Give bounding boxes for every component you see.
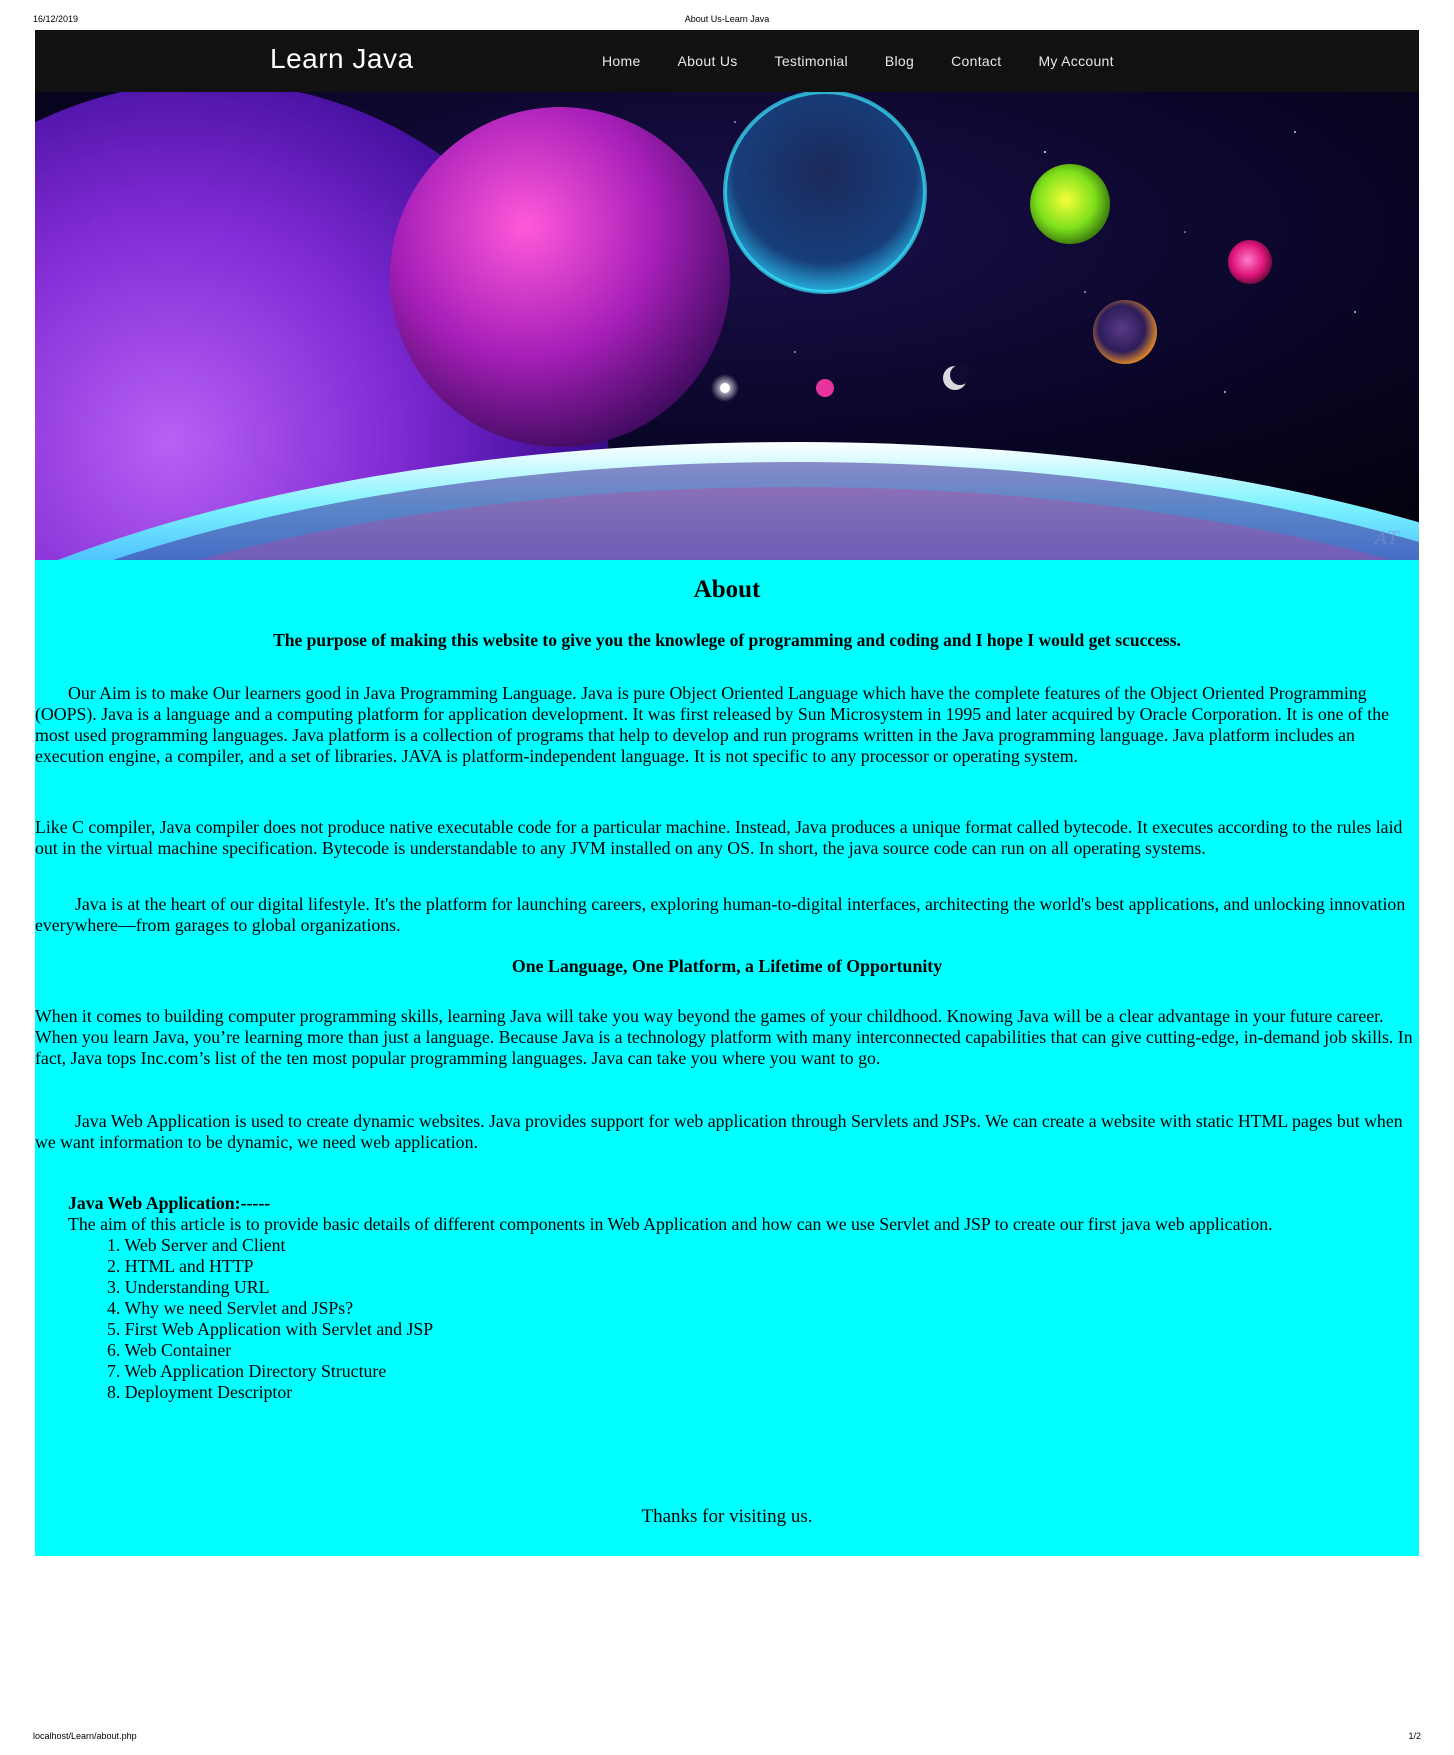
navbar: Learn Java Home About Us Testimonial Blo… — [35, 30, 1419, 92]
web-application-heading: Java Web Application:----- — [68, 1193, 271, 1213]
print-url: localhost/Learn/about.php — [33, 1731, 137, 1741]
nav-menu: Home About Us Testimonial Blog Contact M… — [602, 30, 1114, 92]
space-planets-illustration: AT — [35, 92, 1419, 560]
purpose-statement: The purpose of making this website to gi… — [273, 630, 1181, 650]
skills-paragraph: When it comes to building computer progr… — [35, 1006, 1413, 1068]
list-item: 4. Why we need Servlet and JSPs? — [107, 1298, 354, 1318]
nav-contact-link[interactable]: Contact — [951, 53, 1001, 69]
page: Learn Java Home About Us Testimonial Blo… — [35, 30, 1419, 1556]
artist-signature: AT — [1373, 528, 1401, 549]
compiler-paragraph: Like C compiler, Java compiler does not … — [35, 817, 1403, 858]
nav-about-link[interactable]: About Us — [678, 53, 738, 69]
hero-space-image: AT — [35, 92, 1419, 560]
nav-home-link[interactable]: Home — [602, 53, 641, 69]
opportunity-subheading: One Language, One Platform, a Lifetime o… — [511, 956, 943, 976]
print-footer: localhost/Learn/about.php 1/2 — [0, 1720, 1454, 1750]
aim-paragraph: Our Aim is to make Our learners good in … — [35, 683, 1389, 766]
nav-my-account-link[interactable]: My Account — [1038, 53, 1113, 69]
web-application-intro: The aim of this article is to provide ba… — [68, 1214, 1273, 1234]
web-application-section: Java Web Application:----- The aim of th… — [35, 1193, 1419, 1403]
about-heading: About — [693, 576, 761, 603]
list-item: 6. Web Container — [107, 1340, 232, 1360]
print-header: 16/12/2019 About Us-Learn Java — [0, 0, 1454, 30]
web-application-topics-list: 1. Web Server and Client 2. HTML and HTT… — [35, 1235, 1419, 1403]
print-title: About Us-Learn Java — [684, 14, 770, 24]
list-item: 1. Web Server and Client — [107, 1235, 286, 1255]
brand-logo-link[interactable]: Learn Java — [270, 43, 414, 75]
list-item: 8. Deployment Descriptor — [107, 1382, 293, 1402]
list-item: 7. Web Application Directory Structure — [107, 1361, 387, 1381]
nav-blog-link[interactable]: Blog — [885, 53, 914, 69]
list-item: 2. HTML and HTTP — [107, 1256, 254, 1276]
about-content: About The purpose of making this website… — [35, 560, 1419, 1556]
list-item: 5. First Web Application with Servlet an… — [107, 1319, 434, 1339]
nav-testimonial-link[interactable]: Testimonial — [775, 53, 848, 69]
print-page-number: 1/2 — [1408, 1731, 1421, 1741]
lifestyle-paragraph: Java is at the heart of our digital life… — [35, 894, 1406, 935]
thanks-message: Thanks for visiting us. — [641, 1506, 813, 1527]
web-app-paragraph: Java Web Application is used to create d… — [35, 1111, 1403, 1152]
list-item: 3. Understanding URL — [107, 1277, 270, 1297]
